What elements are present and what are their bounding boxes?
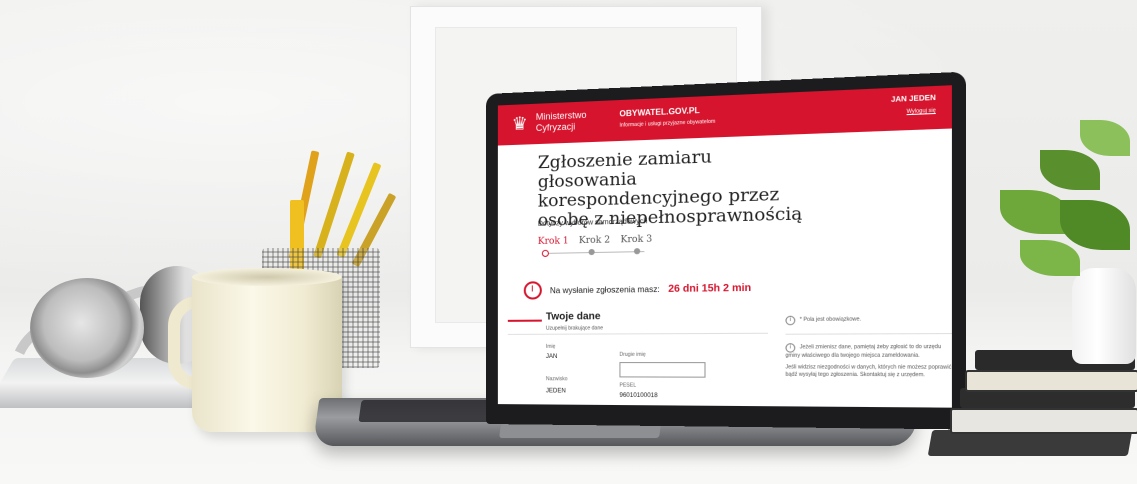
side-separator	[785, 332, 952, 335]
pesel-label: PESEL	[619, 382, 637, 389]
mug-rim	[192, 268, 342, 286]
desk-scene-photo: ♛ Ministerstwo Cyfryzacji OBYWATEL.GOV.P…	[0, 0, 1137, 484]
book	[950, 408, 1137, 434]
emblem-icon: ♛	[511, 113, 528, 134]
timer-value: 26 dni 15h 2 min	[668, 282, 752, 295]
step-indicator: Krok 1 Krok 2 Krok 3	[538, 234, 652, 247]
last-name-label: Nazwisko	[545, 376, 568, 383]
step-3: Krok 3	[620, 234, 653, 246]
step-2: Krok 2	[578, 235, 611, 247]
last-name-value: JEDEN	[545, 388, 566, 395]
headphones-left-cup	[30, 278, 144, 378]
user-name: JAN JEDEN	[890, 94, 936, 105]
step-dot-3	[633, 248, 641, 255]
portal-name[interactable]: OBYWATEL.GOV.PL	[619, 106, 699, 119]
first-name-label: Imię	[545, 343, 556, 350]
info-icon: i	[785, 343, 796, 353]
site-header: ♛ Ministerstwo Cyfryzacji OBYWATEL.GOV.P…	[497, 85, 952, 146]
deadline-timer: Na wysłanie zgłoszenia masz: 26 dni 15h …	[523, 278, 752, 300]
laptop-screen: ♛ Ministerstwo Cyfryzacji OBYWATEL.GOV.P…	[486, 71, 966, 430]
second-name-label: Drugie imię	[619, 351, 646, 358]
info-text-body: Jeżeli zmienisz dane, pamiętaj żeby zgło…	[785, 343, 942, 359]
info-text: i Jeżeli zmienisz dane, pamiętaj żeby zgł…	[785, 343, 951, 360]
step-dot-2	[588, 248, 595, 256]
portal-subtitle: Informacje i usługi przyjazne obywatelom	[619, 118, 716, 129]
info-text-2: Jeśli widzisz niezgodności w danych, któ…	[785, 364, 952, 379]
info-icon: i	[785, 315, 796, 326]
ministry-line2: Cyfryzacji	[535, 121, 576, 134]
required-note: i * Pola jest obowiązkowe.	[785, 315, 951, 326]
info-side-panel: i * Pola jest obowiązkowe. i Jeżeli zmieni…	[785, 315, 952, 380]
page-title: Zgłoszenie zamiaru głosowania koresponde…	[537, 146, 803, 231]
web-page: ♛ Ministerstwo Cyfryzacji OBYWATEL.GOV.P…	[497, 85, 952, 408]
section-title: Twoje dane	[545, 311, 601, 323]
section-subtitle: Uzupełnij brakujące dane	[545, 325, 604, 332]
required-note-text: * Pola jest obowiązkowe.	[799, 316, 862, 324]
ministry-name[interactable]: Ministerstwo Cyfryzacji	[536, 110, 587, 134]
first-name-value: JAN	[545, 353, 558, 361]
laptop-trackpad	[499, 424, 661, 438]
step-dot-1	[541, 249, 549, 258]
plant-pot	[1072, 268, 1136, 364]
pesel-value: 96010100018	[619, 392, 658, 400]
book	[965, 370, 1137, 392]
timer-label: Na wysłanie zgłoszenia masz:	[549, 284, 660, 295]
second-name-input[interactable]	[619, 362, 706, 378]
clock-icon	[523, 281, 542, 300]
section-accent	[507, 319, 542, 322]
logout-link[interactable]: Wyloguj się	[907, 108, 936, 116]
section-divider	[507, 332, 768, 335]
step-1: Krok 1	[537, 236, 569, 247]
